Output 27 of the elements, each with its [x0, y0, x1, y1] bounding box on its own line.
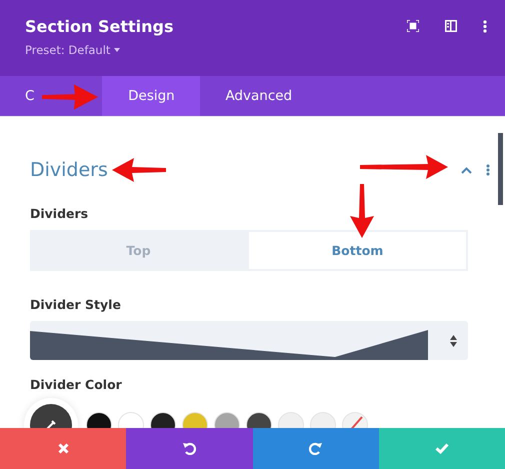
more-icon[interactable]	[483, 20, 487, 33]
arrow-icon	[350, 184, 374, 238]
scrollbar[interactable]	[498, 133, 503, 205]
field-label: Divider Style	[30, 297, 122, 312]
field-label: Dividers	[30, 206, 90, 221]
caret-icon	[114, 48, 120, 52]
eyedropper-icon	[44, 418, 58, 428]
chevron-icon[interactable]	[461, 166, 472, 174]
tab[interactable]: C	[0, 76, 38, 116]
preset-dropdown[interactable]: Preset: Default	[25, 43, 174, 57]
redo-icon	[309, 442, 322, 455]
sidebar-icon[interactable]	[445, 20, 457, 32]
check-icon	[434, 443, 449, 454]
updown-icon	[450, 334, 457, 346]
more-icon[interactable]	[486, 164, 490, 176]
arrow-icon	[360, 155, 448, 179]
arrow-icon	[112, 158, 166, 182]
toggle-option[interactable]: Bottom	[247, 230, 468, 271]
expand-icon[interactable]	[407, 20, 419, 32]
section-title: Dividers	[30, 159, 108, 181]
tab[interactable]: Advanced	[200, 76, 318, 116]
undo-icon	[182, 442, 196, 455]
tab[interactable]: Design	[102, 76, 200, 116]
close-icon	[58, 443, 69, 454]
arrow-icon	[42, 84, 100, 110]
panel-title: Section Settings	[25, 17, 174, 36]
field-label: Divider Color	[30, 377, 123, 392]
